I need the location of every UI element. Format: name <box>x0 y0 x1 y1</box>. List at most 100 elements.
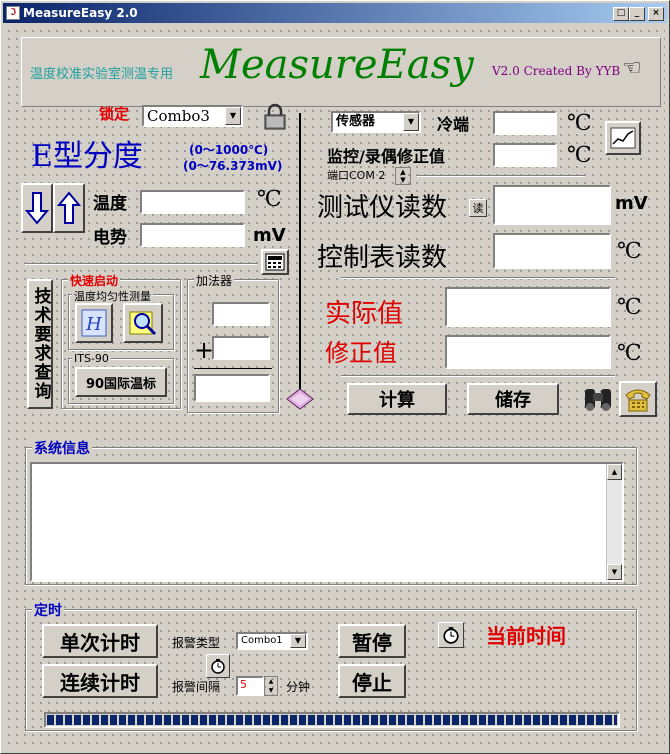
subtitle: 温度校准实验室测温专用 <box>30 67 174 82</box>
maximize-button[interactable]: □ <box>613 7 629 21</box>
adder-result[interactable] <box>194 374 270 402</box>
phone-button[interactable] <box>619 381 657 417</box>
adder-input-2[interactable] <box>212 336 270 360</box>
calculate-button[interactable]: 计算 <box>347 383 447 415</box>
read-button[interactable]: 读 <box>469 199 487 217</box>
cold-junction-input[interactable] <box>493 111 557 135</box>
close-button[interactable]: × <box>648 7 664 21</box>
correction-label: 修正值 <box>325 339 397 367</box>
save-button[interactable]: 储存 <box>467 383 559 415</box>
uniformity-group: 温度均匀性测量 H <box>68 288 174 350</box>
adder-input-1[interactable] <box>212 302 270 326</box>
monitor-input[interactable] <box>493 143 557 167</box>
port-label: 端口COM 2 <box>327 169 386 182</box>
stop-button[interactable]: 停止 <box>338 664 406 698</box>
minimize-button[interactable]: _ <box>629 7 645 21</box>
main-window: ℑ MeasureEasy 2.0 _ □ × 温度校准实验室测温专用 Meas… <box>0 0 670 754</box>
lock-combo[interactable]: Combo3 ▼ <box>142 105 243 127</box>
client-area: 温度校准实验室测温专用 MeasureEasy V2.0 Created By … <box>5 27 665 749</box>
progress-fill <box>47 715 617 725</box>
app-icon: ℑ <box>6 6 20 20</box>
timer-title: 定时 <box>32 600 64 620</box>
continuous-timer-button[interactable]: 连续计时 <box>42 664 158 698</box>
adder-title: 加法器 <box>194 272 235 289</box>
interval-input[interactable]: 5 <box>236 676 264 696</box>
its90-title: ITS-90 <box>72 352 111 365</box>
actual-unit: ℃ <box>617 295 642 320</box>
divider <box>341 375 615 377</box>
pointing-hand-icon: ☜ <box>622 56 642 81</box>
stopwatch-icon <box>211 659 225 674</box>
control-unit: ℃ <box>617 239 642 264</box>
progress-bar <box>44 712 620 728</box>
emf-unit: mV <box>253 225 286 246</box>
tester-label: 测试仪读数 <box>317 193 448 223</box>
calculator-button[interactable] <box>261 249 289 275</box>
interval-spinner[interactable]: ▲ ▼ <box>264 676 278 696</box>
single-timer-button[interactable]: 单次计时 <box>42 624 158 658</box>
chevron-down-icon[interactable]: ▼ <box>290 634 306 648</box>
tester-unit: mV <box>615 193 648 214</box>
divider <box>25 263 257 265</box>
divider <box>417 175 585 177</box>
scrollbar[interactable]: ▲ ▼ <box>606 464 622 580</box>
binoculars-icon[interactable] <box>581 383 615 415</box>
uniformity-search-button[interactable] <box>123 303 163 343</box>
cold-junction-unit: ℃ <box>567 111 592 136</box>
credit: V2.0 Created By YYB <box>492 64 621 78</box>
adder-group: 加法器 + <box>187 272 279 413</box>
temperature-label: 温度 <box>93 194 127 214</box>
actual-input[interactable] <box>445 287 611 327</box>
control-label: 控制表读数 <box>317 243 448 273</box>
system-info-group: 系统信息 ▲ ▼ <box>25 438 637 585</box>
chart-icon <box>610 127 636 149</box>
range-emf: (0～76.373mV) <box>183 159 283 173</box>
its90-group: ITS-90 90国际温标 <box>68 352 174 404</box>
correction-unit: ℃ <box>617 341 642 366</box>
emf-input[interactable] <box>140 223 245 247</box>
emf-label: 电势 <box>93 228 127 248</box>
convert-up-button[interactable] <box>53 183 85 233</box>
monitor-unit: ℃ <box>567 143 592 168</box>
lock-label: 锁定 <box>99 105 130 123</box>
its90-button[interactable]: 90国际温标 <box>75 367 167 397</box>
interval-unit: 分钟 <box>286 680 311 694</box>
stopwatch-icon <box>443 627 459 644</box>
brand-title: MeasureEasy <box>200 42 474 88</box>
convert-down-button[interactable] <box>21 183 53 233</box>
title-bar: ℑ MeasureEasy 2.0 _ □ × <box>3 3 667 23</box>
alarm-type-label: 报警类型 <box>172 636 221 650</box>
uniformity-h-button[interactable]: H <box>75 303 113 343</box>
chevron-down-icon[interactable]: ▼ <box>225 107 241 125</box>
scroll-up-icon[interactable]: ▲ <box>607 464 622 480</box>
svg-text:H: H <box>85 314 102 335</box>
control-input[interactable] <box>493 233 611 269</box>
window-title: MeasureEasy 2.0 <box>23 6 138 20</box>
uniformity-h-icon: H <box>81 309 107 337</box>
scroll-down-icon[interactable]: ▼ <box>607 564 622 580</box>
quick-start-title: 快速启动 <box>68 272 121 289</box>
tester-input[interactable] <box>493 185 611 225</box>
padlock-icon[interactable] <box>263 103 287 131</box>
arrow-up-icon <box>57 191 81 224</box>
temperature-input[interactable] <box>140 190 245 214</box>
timer-group: 定时 单次计时 连续计时 报警类型 Combo1 ▼ 报警间隔 5 ▲ ▼ 分钟 暂… <box>25 600 637 731</box>
calculator-icon <box>265 253 285 271</box>
tech-requirements-button[interactable]: 技术要求查询 <box>27 279 53 409</box>
alarm-type-combo[interactable]: Combo1 ▼ <box>236 632 308 650</box>
alarm-clock-button[interactable] <box>206 654 230 678</box>
system-info-textarea[interactable]: ▲ ▼ <box>30 462 624 582</box>
port-spinner[interactable]: ▲ ▼ <box>395 167 411 185</box>
chip-icon[interactable] <box>285 385 315 411</box>
temperature-unit: ℃ <box>257 187 282 212</box>
thermocouple-type: E型分度 <box>31 139 143 174</box>
divider <box>341 277 615 279</box>
monitor-label: 监控/录偶修正值 <box>327 147 445 166</box>
correction-input[interactable] <box>445 335 611 369</box>
sensor-combo[interactable]: 传感器 ▼ <box>331 111 421 133</box>
chevron-down-icon[interactable]: ▼ <box>403 113 419 131</box>
clock-button[interactable] <box>438 622 464 648</box>
sum-line <box>194 368 272 369</box>
chart-button[interactable] <box>605 121 641 155</box>
pause-button[interactable]: 暂停 <box>338 624 406 658</box>
